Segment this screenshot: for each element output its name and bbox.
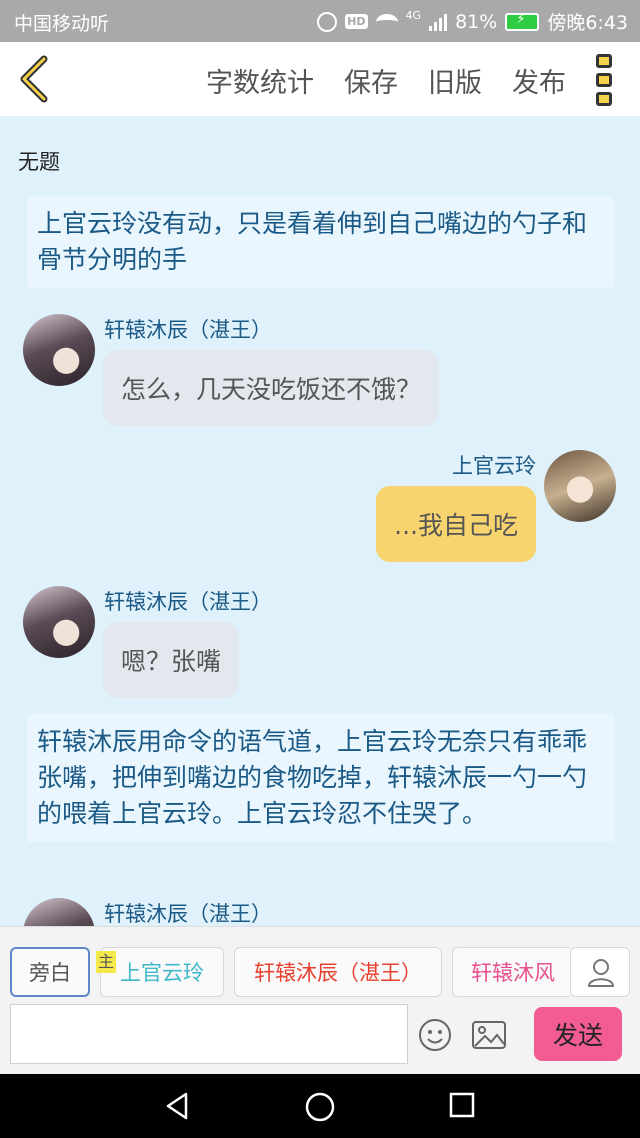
network-type: 4G [405,9,422,22]
editor-toolbar: 字数统计 保存 旧版 发布 [0,42,640,116]
publish-button[interactable]: 发布 [512,61,566,100]
more-vert-icon[interactable] [596,54,616,106]
role-xuanyuan-muchen[interactable]: 轩辕沐辰（湛王） [234,947,442,997]
avatar-xuanyuan-muchen[interactable] [23,898,95,926]
battery-percent: 81% [455,10,498,33]
composer-panel: 旁白 上官云玲 轩辕沐辰（湛王） 轩辕沐风 主 发送 [0,926,640,1074]
dialogue-bubble[interactable]: 怎么，几天没吃饭还不饿？ [103,350,440,426]
host-badge: 主 [96,951,116,973]
avatar-xuanyuan-muchen[interactable] [23,586,95,658]
document-title[interactable]: 无题 [18,146,60,176]
add-character-button[interactable] [570,947,630,997]
home-circle-icon[interactable] [304,1091,336,1123]
hd-badge: HD [345,14,368,29]
role-xuanyuan-mufeng[interactable]: 轩辕沐风 [452,947,570,997]
back-chevron-icon[interactable] [14,54,54,104]
dialogue-bubble[interactable]: ...我自己吃 [376,486,536,562]
speaker-name: 上官云玲 [452,454,536,478]
carrier-label: 中国移动听 [14,13,110,35]
chat-area[interactable]: 无题 上官云玲没有动，只是看着伸到自己嘴边的勺子和骨节分明的手 轩辕沐辰（湛王）… [0,116,640,926]
person-icon [587,959,615,987]
emoji-icon[interactable] [418,1018,452,1052]
status-bar: 中国移动听 HD 4G 81% 傍晚6:43 [0,0,640,42]
speaker-name: 轩辕沐辰（湛王） [104,590,272,614]
dialogue-bubble[interactable]: 嗯？张嘴 [103,622,240,698]
role-shangguan-yunling[interactable]: 上官云玲 [100,947,224,997]
old-version-button[interactable]: 旧版 [428,61,482,100]
clock: 傍晚6:43 [547,12,628,34]
avatar-shangguan-yunling[interactable] [544,450,616,522]
back-triangle-icon[interactable] [162,1091,192,1121]
speaker-name: 轩辕沐辰（湛王） [104,902,272,926]
system-nav-bar [0,1074,640,1138]
image-icon[interactable] [471,1020,507,1050]
battery-icon [505,12,540,31]
alarm-icon [317,11,338,32]
avatar-xuanyuan-muchen[interactable] [23,314,95,386]
signal-icon [429,13,448,31]
role-selector[interactable]: 旁白 上官云玲 轩辕沐辰（湛王） 轩辕沐风 [0,947,570,997]
message-input[interactable] [10,1004,408,1064]
speaker-name: 轩辕沐辰（湛王） [104,318,272,342]
word-count-button[interactable]: 字数统计 [206,61,314,100]
save-button[interactable]: 保存 [344,61,398,100]
narration-block[interactable]: 上官云玲没有动，只是看着伸到自己嘴边的勺子和骨节分明的手 [27,196,614,288]
recents-square-icon[interactable] [448,1091,476,1119]
narration-block[interactable]: 轩辕沐辰用命令的语气道，上官云玲无奈只有乖乖张嘴，把伸到嘴边的食物吃掉，轩辕沐辰… [27,714,614,842]
role-narrator[interactable]: 旁白 [10,947,90,997]
wifi-icon [375,13,398,30]
send-button[interactable]: 发送 [534,1007,622,1061]
